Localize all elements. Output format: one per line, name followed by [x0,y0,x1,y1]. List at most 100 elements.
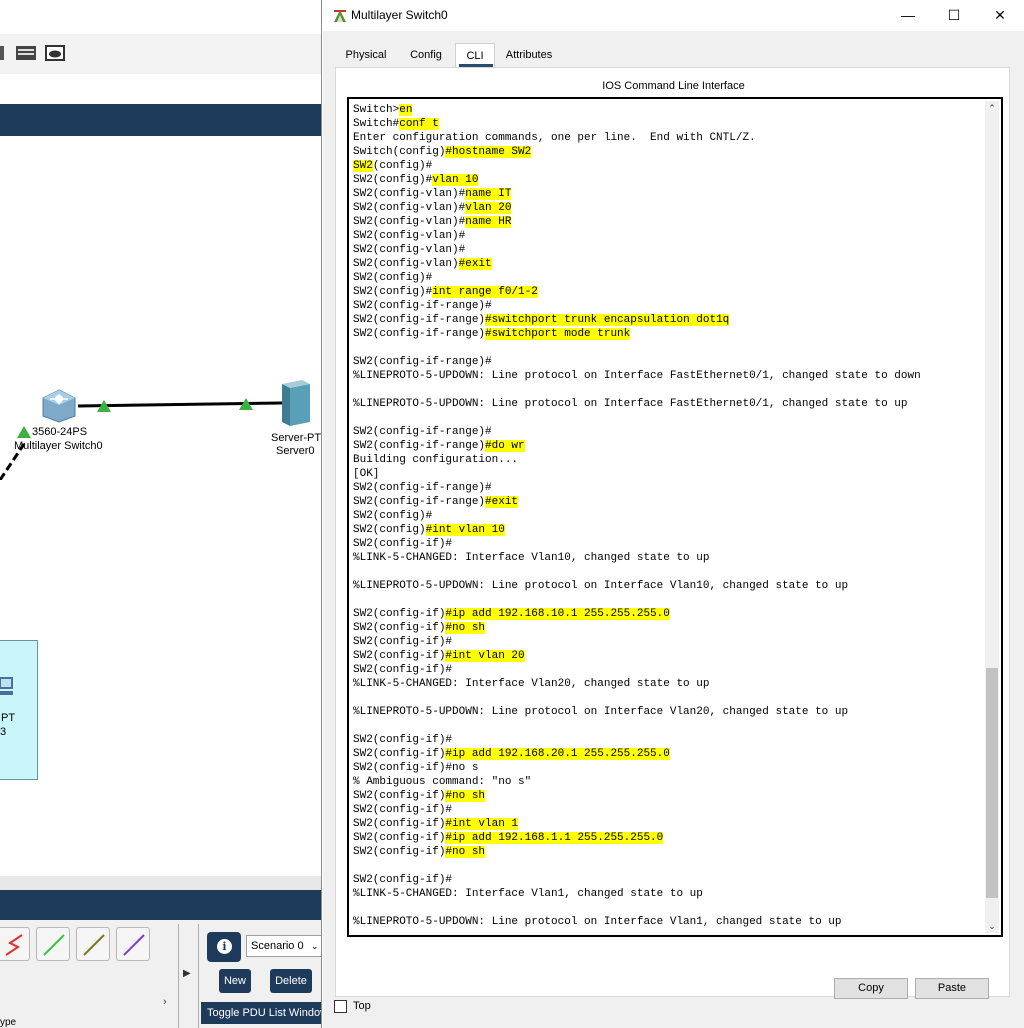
straight-cable-icon [43,934,65,956]
terminal-text: %LINEPROTO-5-UPDOWN: Line protocol on In… [353,398,908,410]
terminal-text: SW2(config-if)# [353,538,453,550]
pc-icon[interactable] [0,675,15,702]
terminal-text: SW2(config-vlan) [353,258,459,270]
terminal-line: SW2(config-if)# [353,537,979,551]
multilayer-switch-icon[interactable] [41,388,77,424]
terminal-line: [OK] [353,467,979,481]
fiber-cable-button[interactable] [116,927,150,961]
expand-arrow-icon[interactable]: ▶ [183,968,191,979]
terminal-text: SW2(config-vlan)# [353,216,466,228]
toggle-pdu-list-button[interactable]: Toggle PDU List Window [201,1002,322,1024]
pc-cluster[interactable]: PT 3 [0,640,38,780]
highlighted-command: #ip add 192.168.1.1 255.255.255.0 [445,832,664,844]
server-name-label: Server0 [276,445,315,457]
cli-panel: IOS Command Line Interface Switch>en Swit… [335,67,1010,999]
scroll-up-icon[interactable]: ⌃ [985,101,999,115]
terminal-line: SW2(config-if)# [353,733,979,747]
paste-button[interactable]: Paste [915,978,989,999]
terminal-text: SW2(config-if) [353,622,446,634]
terminal-text: %LINEPROTO-5-UPDOWN: Line protocol on In… [353,706,849,718]
terminal-text: (config)# [372,160,433,172]
terminal-line: SW2(config-if)#int vlan 1 [353,817,979,831]
highlighted-command: en [399,104,413,116]
server-icon[interactable] [280,378,312,428]
screen: 3560-24PS Multilayer Switch0 Server-PT S… [0,0,1024,1028]
highlighted-command: vlan 20 [465,202,512,214]
cloud-image-icon[interactable] [44,43,66,63]
tab-physical[interactable]: Physical [337,43,395,67]
terminal-text: SW2(config-if-range) [353,314,486,326]
cli-terminal[interactable]: Switch>en Switch#conf t Enter configuratio… [347,97,1003,937]
workspace-toolbar [0,34,322,74]
terminal-text: SW2(config-if-range) [353,328,486,340]
terminal-text: %LINEPROTO-5-UPDOWN: Line protocol on In… [353,370,921,382]
highlighted-command: SW2 [353,160,373,172]
device-template-icon[interactable] [15,43,37,63]
terminal-line: SW2(config-if)#ip add 192.168.1.1 255.25… [353,831,979,845]
server-model-label: Server-PT [271,432,322,444]
terminal-text: SW2(config-if-range) [353,440,486,452]
terminal-line: SW2(config-if)#no sh [353,845,979,859]
straight-cable-button[interactable] [36,927,70,961]
highlighted-command: int range f0/1-2 [432,286,538,298]
terminal-text: SW2(config-if-range)# [353,426,492,438]
scenario-select[interactable]: Scenario 0 ⌄ [246,935,322,957]
terminal-line: SW2(config-if)#ip add 192.168.20.1 255.2… [353,747,979,761]
delete-scenario-button[interactable]: Delete [270,969,312,993]
terminal-line: SW2(config)# [353,271,979,285]
terminal-line: SW2(config-if-range)# [353,355,979,369]
terminal-line: %LINEPROTO-5-UPDOWN: Line protocol on In… [353,915,979,929]
terminal-text: SW2(config-if)# [353,664,453,676]
workspace-header-bar [0,104,322,136]
crossover-cable-button[interactable] [76,927,110,961]
copy-button[interactable]: Copy [834,978,908,999]
terminal-text: Enter configuration commands, one per li… [353,132,756,144]
maximize-icon[interactable]: ☐ [931,0,977,31]
terminal-line: % Ambiguous command: "no s" [353,775,979,789]
window-titlebar[interactable]: Multilayer Switch0 — ☐ ✕ [322,0,1024,31]
terminal-text: SW2(config-vlan)# [353,202,466,214]
minimize-icon[interactable]: — [885,0,931,31]
info-button[interactable]: i [207,932,241,962]
terminal-text: % Ambiguous command: "no s" [353,776,532,788]
top-checkbox[interactable] [334,1000,347,1013]
terminal-line: SW2(config-if)# [353,635,979,649]
scroll-right-icon[interactable]: › [163,996,167,1008]
highlighted-command: #ip add 192.168.10.1 255.255.255.0 [445,608,670,620]
highlighted-command: #ip add 192.168.20.1 255.255.255.0 [445,748,670,760]
switch-server-link[interactable] [77,401,283,408]
terminal-text: SW2(config-if-range)# [353,300,492,312]
bottom-toolbar-bar [0,890,322,920]
terminal-scrollbar[interactable]: ⌃ ⌄ [985,101,999,933]
window-client-area: Physical Config CLI Attributes IOS Comma… [323,31,1024,1028]
new-scenario-button[interactable]: New [219,969,251,993]
terminal-text: SW2(config-if)#no s [353,762,479,774]
terminal-line: SW2(config-vlan)#name IT [353,187,979,201]
terminal-output[interactable]: Switch>en Switch#conf t Enter configuratio… [353,103,979,929]
close-icon[interactable]: ✕ [977,0,1023,31]
info-icon: i [217,939,232,954]
terminal-text: SW2(config-if)# [353,636,453,648]
terminal-line: Building configuration... [353,453,979,467]
scroll-down-icon[interactable]: ⌄ [985,919,999,933]
serial-cable-button[interactable] [0,927,30,961]
terminal-text: SW2(config-if-range)# [353,482,492,494]
terminal-line: SW2(config-if)# [353,803,979,817]
terminal-line: SW2(config-if-range)#exit [353,495,979,509]
pc-name-label: 3 [0,726,7,738]
terminal-text: Switch(config) [353,146,446,158]
terminal-line: SW2(config-vlan)#vlan 20 [353,201,979,215]
terminal-text: %LINEPROTO-5-UPDOWN: Line protocol on In… [353,916,842,928]
terminal-line: SW2(config-if-range)#do wr [353,439,979,453]
terminal-line: SW2(config-vlan)#name HR [353,215,979,229]
tab-config[interactable]: Config [399,43,453,67]
tab-attributes[interactable]: Attributes [497,43,561,67]
terminal-text: SW2(config)# [353,174,433,186]
scrollbar-thumb[interactable] [986,668,998,898]
terminal-line: SW2(config-vlan)# [353,229,979,243]
terminal-line: Switch#conf t [353,117,979,131]
terminal-text: Switch> [353,104,400,116]
logical-workspace[interactable] [0,136,322,876]
